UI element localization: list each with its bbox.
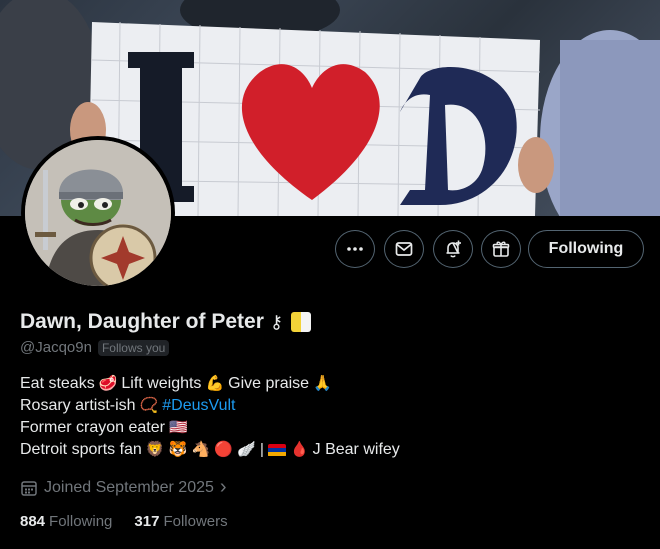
followers-stat[interactable]: 317 Followers: [134, 513, 227, 530]
bio-text: Lift weights: [121, 375, 202, 392]
subscribe-button[interactable]: [481, 230, 521, 268]
bio-text: Eat steaks: [20, 375, 95, 392]
bio-line: Former crayon eater 🇺🇸: [20, 417, 400, 439]
sports-emojis: 🦁 🐯 🐴 🔴 🪽 |: [145, 441, 264, 458]
following-stat[interactable]: 884 Following: [20, 513, 112, 530]
followers-label: Followers: [163, 513, 228, 530]
bio-text: J Bear wifey: [312, 441, 400, 458]
hashtag-link[interactable]: #DeusVult: [162, 395, 235, 417]
notify-button[interactable]: [433, 230, 473, 268]
bio-line: Detroit sports fan 🦁 🐯 🐴 🔴 🪽 | 🩸 J Bear …: [20, 439, 400, 461]
steak-emoji: 🥩: [98, 375, 118, 392]
profile-actions: Following: [0, 230, 660, 270]
joined-text: Joined September 2025: [44, 478, 214, 496]
followers-count: 317: [134, 513, 160, 530]
bio-text: Give praise: [228, 375, 310, 392]
praying-hands-emoji: 🙏: [313, 375, 332, 392]
chevron-right-icon: ›: [219, 476, 227, 498]
bio-line: Eat steaks 🥩 Lift weights 💪 Give praise …: [20, 373, 400, 395]
blood-drop-emoji: 🩸: [289, 441, 309, 458]
bio-text: Detroit sports fan: [20, 441, 142, 458]
key-icon: ⚷: [269, 311, 284, 332]
bio-text: Rosary artist-ish: [20, 397, 136, 414]
more-icon: [347, 247, 363, 251]
rosary-emoji: 📿: [139, 397, 159, 414]
gift-icon: [492, 241, 510, 257]
bio-text: Former crayon eater: [20, 419, 165, 436]
us-flag-emoji: 🇺🇸: [168, 419, 188, 436]
handle-row: @Jacqo9n Follows you: [20, 339, 170, 356]
following-count: 884: [20, 513, 46, 530]
flexed-biceps-emoji: 💪: [205, 375, 225, 392]
joined-date[interactable]: Joined September 2025 ›: [20, 476, 227, 499]
bio-line: Rosary artist-ish 📿 #DeusVult: [20, 395, 400, 417]
bio: Eat steaks 🥩 Lift weights 💪 Give praise …: [20, 373, 400, 461]
armenian-flag-icon: [267, 443, 286, 457]
follows-you-badge: Follows you: [97, 339, 170, 356]
bell-plus-icon: [446, 240, 461, 258]
more-button[interactable]: [335, 230, 375, 268]
follow-stats: 884 Following 317 Followers: [20, 513, 228, 530]
display-name: Dawn, Daughter of Peter: [20, 310, 264, 333]
display-name-row: Dawn, Daughter of Peter ⚷: [20, 310, 312, 334]
mail-icon: [395, 242, 413, 256]
following-label: Following: [49, 513, 113, 530]
following-button[interactable]: Following: [528, 230, 644, 268]
message-button[interactable]: [384, 230, 424, 268]
vatican-flag-icon: [291, 312, 312, 332]
calendar-icon: [21, 480, 37, 496]
username-handle: @Jacqo9n: [20, 339, 92, 356]
